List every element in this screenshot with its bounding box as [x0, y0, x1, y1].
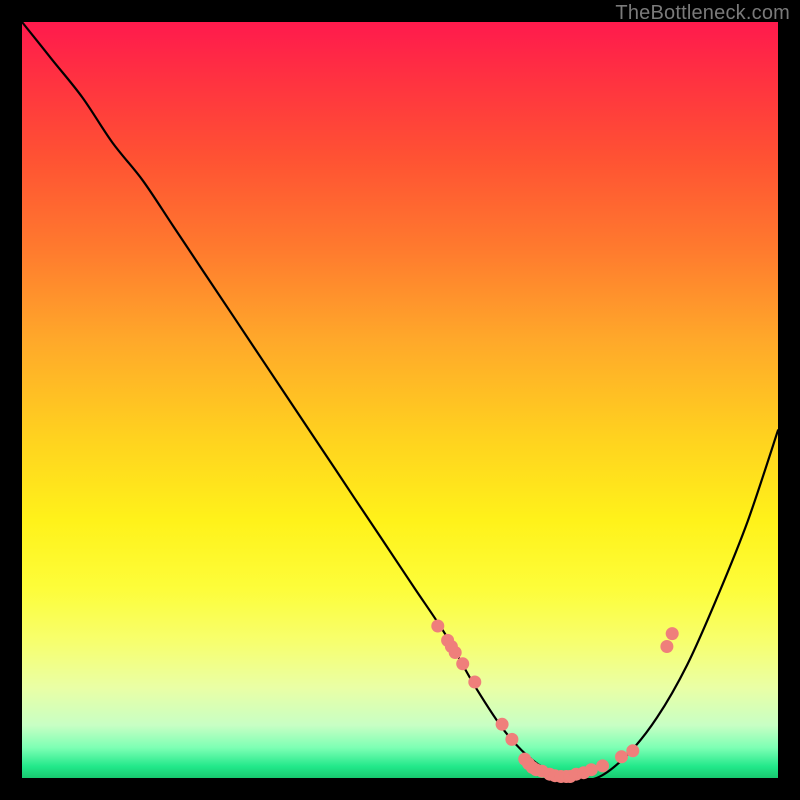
- curve-marker-dot: [596, 759, 609, 772]
- curve-marker-dot: [615, 750, 628, 763]
- curve-marker-dot: [456, 657, 469, 670]
- curve-marker-dot: [660, 640, 673, 653]
- curve-marker-dot: [496, 718, 509, 731]
- curve-marker-dot: [468, 676, 481, 689]
- curve-marker-dot: [449, 646, 462, 659]
- curve-marker-dot: [505, 733, 518, 746]
- curve-marker-dot: [626, 744, 639, 757]
- bottleneck-curve: [22, 22, 778, 780]
- curve-markers: [431, 620, 678, 784]
- bottleneck-curve-plot: [22, 22, 778, 778]
- curve-marker-dot: [585, 763, 598, 776]
- curve-marker-dot: [431, 620, 444, 633]
- chart-area: [22, 22, 778, 778]
- watermark-text: TheBottleneck.com: [615, 2, 790, 25]
- curve-marker-dot: [666, 627, 679, 640]
